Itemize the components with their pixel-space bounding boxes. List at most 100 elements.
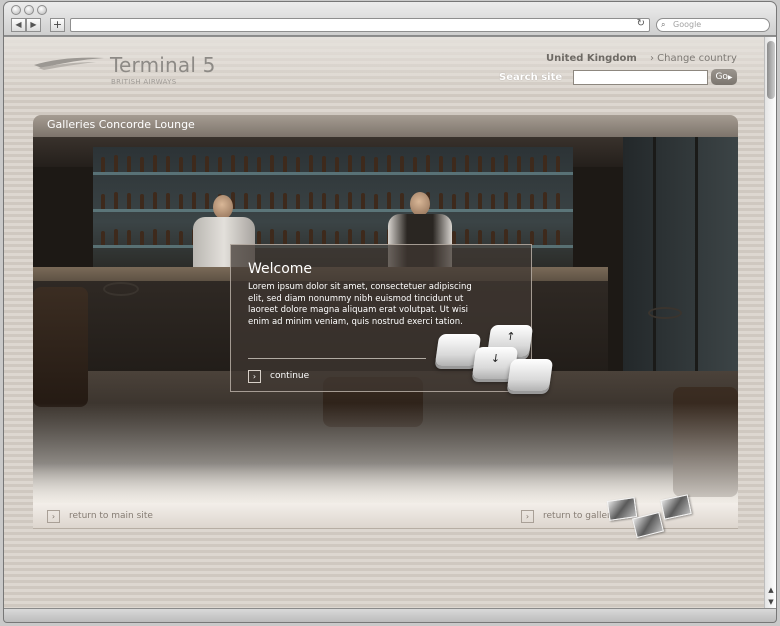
photo-bottle (348, 155, 352, 172)
photo-bottle (530, 157, 534, 172)
photo-bottle (101, 231, 105, 245)
add-bookmark-button[interactable]: + (50, 18, 65, 32)
photo-bottle (478, 156, 482, 172)
browser-window: ◀ ▶ + ↻ ⌕ Google Terminal 5 BRITISH AIRW… (4, 2, 776, 622)
continue-button[interactable]: › continue (248, 369, 338, 385)
photo-head (213, 195, 233, 219)
photo-bottle (439, 193, 443, 209)
photo-bottle (166, 156, 170, 172)
chevron-right-icon: › (248, 370, 261, 383)
photo-bottle (478, 230, 482, 245)
photo-bottle (361, 193, 365, 209)
return-main-label: return to main site (69, 511, 153, 521)
photo-bottle (283, 193, 287, 209)
photo-bottle (309, 155, 313, 172)
forward-button[interactable]: ▶ (26, 18, 41, 32)
close-window-button[interactable] (11, 5, 21, 15)
photo-bottle (283, 230, 287, 245)
photo-bottle (452, 157, 456, 172)
photo-bottle (270, 192, 274, 209)
back-button[interactable]: ◀ (11, 18, 26, 32)
photo-bottle (205, 193, 209, 209)
photo-bottle (309, 192, 313, 209)
reload-icon[interactable]: ↻ (637, 18, 645, 29)
chevron-right-icon: › (521, 510, 534, 523)
search-site-input[interactable] (573, 70, 708, 85)
go-button[interactable]: Go▶ (711, 69, 737, 85)
address-bar[interactable]: ↻ (70, 18, 650, 32)
photo-bottle (517, 230, 521, 245)
photo-bottle (335, 194, 339, 209)
right-arrow-key-icon (506, 359, 554, 391)
photo-shelf (93, 209, 573, 212)
photo-bottle (413, 157, 417, 172)
photo-bottle (114, 229, 118, 245)
photo-bottle (465, 192, 469, 209)
browser-search-placeholder: Google (673, 20, 702, 29)
photo-stool (103, 282, 139, 296)
photo-bottle (192, 192, 196, 209)
photo-bottle (166, 230, 170, 245)
browser-search-field[interactable]: ⌕ Google (656, 18, 770, 32)
plus-icon: + (52, 18, 63, 31)
photo-bottle (244, 193, 248, 209)
photo-bottle (127, 193, 131, 209)
photo-bottle (465, 229, 469, 245)
photo-bottle (296, 194, 300, 209)
photo-bottle (543, 155, 547, 172)
continue-label: continue (270, 371, 310, 381)
photo-bottle (322, 230, 326, 245)
photo-bottle (127, 156, 131, 172)
photo-bottle (192, 155, 196, 172)
photo-bottle (491, 231, 495, 245)
photo-bottle (452, 194, 456, 209)
photo-bottle (335, 231, 339, 245)
photo-bottle (179, 231, 183, 245)
photo-bottle (257, 157, 261, 172)
logo-title: Terminal 5 (110, 53, 216, 77)
photo-bottle (530, 231, 534, 245)
dialog-body: Lorem ipsum dolor sit amet, consectetuer… (248, 282, 472, 327)
photo-shelf (93, 172, 573, 175)
scroll-arrows-icon[interactable]: ▲ ▼ (765, 584, 776, 608)
photo-bottle (127, 230, 131, 245)
photo-bottle (270, 229, 274, 245)
gallery-panel-header: Galleries Concorde Lounge (33, 115, 738, 137)
photo-bottle (140, 194, 144, 209)
photo-bottle (270, 155, 274, 172)
photo-bottle (153, 192, 157, 209)
vertical-scrollbar[interactable]: ▲ ▼ (764, 37, 776, 608)
zoom-window-button[interactable] (37, 5, 47, 15)
browser-toolbar: ◀ ▶ + ↻ ⌕ Google (4, 2, 776, 36)
photo-bottle (153, 155, 157, 172)
photo-bottle (543, 192, 547, 209)
photo-bottle (504, 229, 508, 245)
minimize-window-button[interactable] (24, 5, 34, 15)
photo-bottle (374, 194, 378, 209)
photo-bottle (231, 155, 235, 172)
gallery-thumbnails-icon[interactable] (604, 494, 694, 541)
photo-bottle (452, 231, 456, 245)
play-arrow-icon: ▶ (727, 74, 733, 81)
photo-head (410, 192, 430, 216)
photo-bottle (387, 155, 391, 172)
photo-window (623, 137, 738, 377)
photo-bottle (439, 156, 443, 172)
photo-bottle (218, 157, 222, 172)
photo-armchair (33, 287, 88, 407)
scrollbar-thumb[interactable] (767, 41, 775, 99)
photo-bottle (361, 230, 365, 245)
photo-bottle (374, 157, 378, 172)
photo-bottle (101, 157, 105, 172)
photo-bottle (387, 192, 391, 209)
photo-bottle (335, 157, 339, 172)
forward-arrow-icon: ▶ (30, 20, 37, 29)
photo-mullion (653, 137, 656, 377)
logo-subtitle: BRITISH AIRWAYS (111, 78, 177, 86)
dialog-divider (248, 358, 426, 359)
photo-bottle (179, 157, 183, 172)
photo-bottle (114, 155, 118, 172)
change-country-link[interactable]: › Change country (650, 53, 737, 64)
photo-bottle (517, 193, 521, 209)
photo-bottle (114, 192, 118, 209)
